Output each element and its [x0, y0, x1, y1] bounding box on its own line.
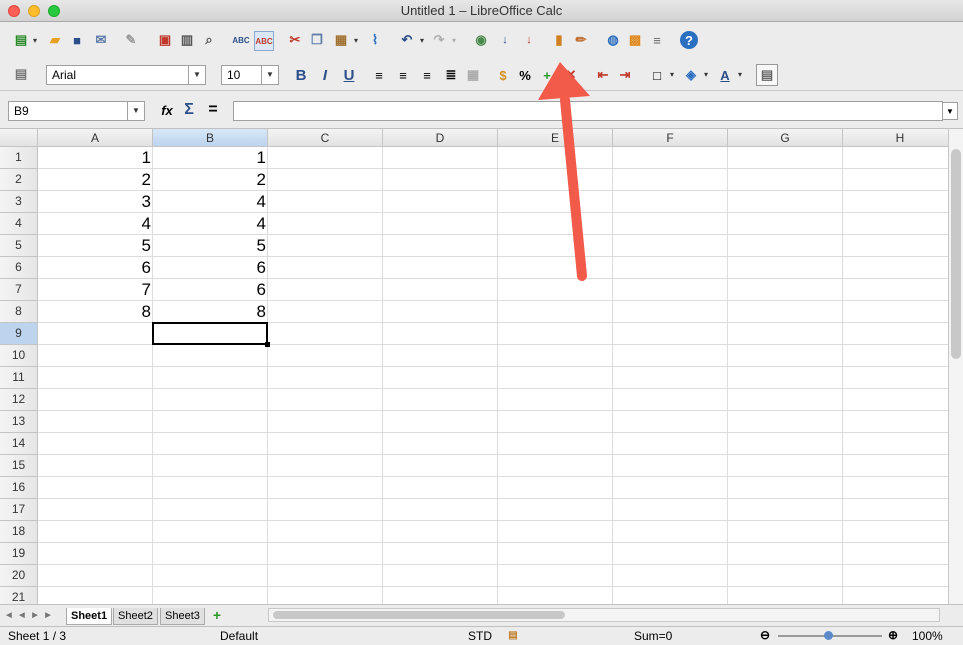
arrow-head [538, 62, 590, 100]
arrow-shaft [560, 95, 587, 281]
annotation-arrow [538, 62, 590, 281]
